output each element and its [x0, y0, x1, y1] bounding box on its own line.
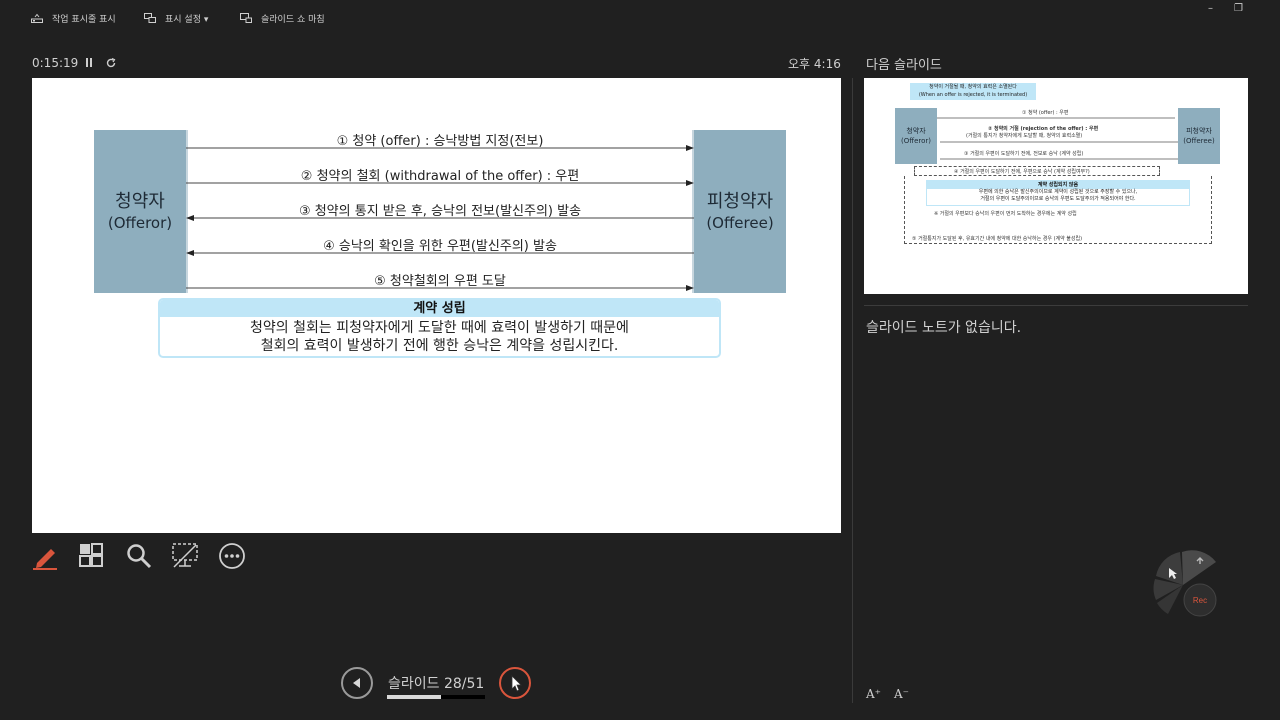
offeror-box: 청약자 (Offeror)	[94, 130, 188, 293]
arrow-left-icon	[186, 250, 694, 256]
thumb-offeror-en: (Offeror)	[901, 137, 931, 145]
end-slide-show-button[interactable]: 슬라이드 쇼 마침	[240, 11, 325, 25]
current-time: 오후 4:16	[788, 57, 841, 71]
pen-tool-icon[interactable]	[30, 541, 60, 571]
contract-title: 계약 성립	[160, 300, 719, 317]
slide-progress-fill	[387, 695, 441, 699]
end-show-icon	[240, 13, 252, 23]
slide-progress-bar	[387, 695, 485, 699]
thumb-step-2: ② 청약의 거절 (rejection of the offer) : 우편	[988, 126, 1099, 132]
taskbar-icon	[31, 13, 43, 23]
offeree-box: 피청약자 (Offeree)	[692, 130, 786, 293]
current-slide[interactable]: 청약자 (Offeror) 피청약자 (Offeree) ① 청약 (offer…	[32, 78, 841, 533]
triangle-left-icon	[353, 678, 360, 688]
slide-counter: 슬라이드 28/51	[388, 676, 485, 692]
offeree-label-en: (Offeree)	[706, 213, 774, 232]
cursor-arrow-icon	[511, 675, 522, 692]
thumb-banner-line-2: (When an offer is rejected, it is termin…	[918, 92, 1028, 98]
thumb-offeree-ko: 피청약자	[1186, 127, 1212, 135]
increase-font-button[interactable]: A⁺	[866, 687, 881, 701]
thumb-step-4: ④ 거절의 우편이 도달하기 전에, 우편으로 승낙 (계약 성립여부?)	[954, 169, 1090, 175]
speaker-notes: 슬라이드 노트가 없습니다.	[866, 320, 1022, 336]
see-all-slides-icon[interactable]	[77, 541, 107, 571]
contract-body: 청약의 철회는 피청약자에게 도달한 때에 효력이 발생하기 때문에 철회의 효…	[160, 317, 719, 355]
display-settings-label: 표시 설정 ▾	[165, 14, 209, 25]
next-slide-button[interactable]	[499, 667, 531, 699]
thumb-step-2-note: (거절의 통지가 청약자에게 도달할 때, 청약의 효력소멸)	[966, 133, 1083, 139]
show-taskbar-label: 작업 표시줄 표시	[52, 14, 116, 25]
thumb-banner-line-1: 청약이 거절될 때, 청약의 효력은 소멸된다	[929, 84, 1017, 90]
thumb-offeror-ko: 청약자	[906, 127, 926, 135]
display-settings-button[interactable]: 표시 설정 ▾	[144, 11, 208, 25]
contract-line-1: 청약의 철회는 피청약자에게 도달한 때에 효력이 발생하기 때문에	[250, 320, 629, 336]
rec-widget[interactable]: Rec	[1146, 548, 1220, 622]
offeror-label-ko: 청약자	[115, 190, 165, 212]
rec-label: Rec	[1193, 596, 1207, 605]
pane-separator	[864, 305, 1248, 306]
offeror-label-en: (Offeror)	[107, 213, 173, 232]
thumb-offeror-box: 청약자 (Offeror)	[895, 108, 937, 164]
more-options-icon[interactable]	[217, 541, 247, 571]
upload-tool-segment[interactable]	[1182, 550, 1216, 585]
end-slide-show-label: 슬라이드 쇼 마침	[261, 14, 325, 25]
thumb-step-3: ③ 거절의 우편이 도달하기 전에, 전보로 승낙 (계약 성립)	[964, 151, 1084, 157]
arrow-left-icon	[186, 215, 694, 221]
decrease-font-button[interactable]: A⁻	[894, 687, 909, 701]
thumb-banner: 청약이 거절될 때, 청약의 효력은 소멸된다 (When an offer i…	[910, 83, 1036, 100]
show-taskbar-button[interactable]: 작업 표시줄 표시	[31, 11, 116, 25]
next-slide-thumbnail[interactable]: 청약이 거절될 때, 청약의 효력은 소멸된다 (When an offer i…	[864, 78, 1248, 294]
zoom-icon[interactable]	[124, 541, 154, 571]
thumb-offeree-box: 피청약자 (Offeree)	[1178, 108, 1220, 164]
arrow-right-icon	[186, 145, 694, 151]
presenter-toolbar: 작업 표시줄 표시 표시 설정 ▾ 슬라이드 쇼 마침 – ❐	[0, 0, 1280, 36]
restart-timer-icon[interactable]	[105, 57, 117, 69]
contract-formed-box: 계약 성립 청약의 철회는 피청약자에게 도달한 때에 효력이 발생하기 때문에…	[158, 298, 721, 358]
elapsed-timer: 0:15:19	[32, 56, 79, 70]
offeree-label-ko: 피청약자	[706, 190, 774, 212]
thumb-step-5: ⑤ 거절통지가 도달된 후, 유효기간 내에 청약에 대한 승낙하는 경우 (계…	[912, 236, 1083, 242]
next-slide-title: 다음 슬라이드	[866, 58, 942, 73]
minimize-button[interactable]: –	[1208, 3, 1213, 14]
thumb-step-1: ① 청약 (offer) : 우편	[1022, 110, 1069, 116]
previous-slide-button[interactable]	[341, 667, 373, 699]
display-settings-icon	[144, 13, 156, 23]
arrow-right-icon	[186, 285, 694, 291]
arrow-right-icon	[186, 180, 694, 186]
pane-divider[interactable]	[852, 78, 853, 703]
restore-button[interactable]: ❐	[1234, 3, 1243, 14]
thumb-dashed-box-2	[904, 176, 1212, 244]
black-screen-icon[interactable]	[170, 541, 200, 571]
contract-line-2: 철회의 효력이 발생하기 전에 행한 승낙은 계약을 성립시킨다.	[260, 338, 619, 354]
pause-icon[interactable]	[85, 58, 93, 68]
thumb-offeree-en: (Offeree)	[1183, 137, 1215, 145]
